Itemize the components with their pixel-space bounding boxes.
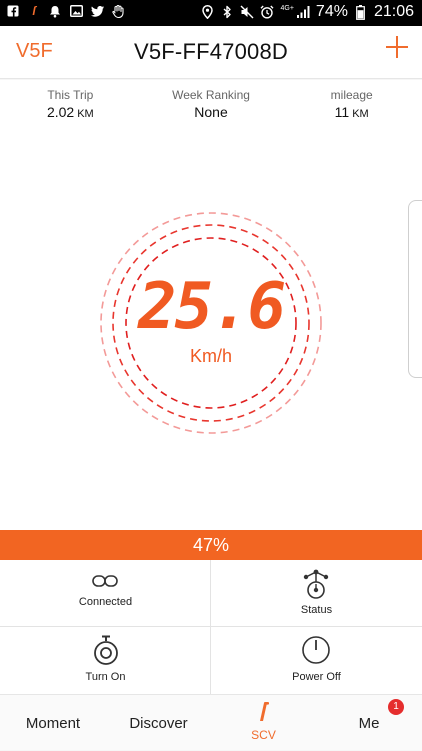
side-panel-handle[interactable] xyxy=(408,200,422,378)
bottom-nav: Moment Discover SCV Me 1 xyxy=(0,694,422,750)
connected-label: Connected xyxy=(78,596,133,608)
current-speed: 25.6 xyxy=(137,270,286,344)
battery-bar: 47% xyxy=(0,530,422,560)
stat-value: None xyxy=(141,104,282,120)
stopwatch-icon xyxy=(94,635,118,665)
system-status: 4G+ 74% 21:06 xyxy=(200,3,414,21)
header-divider xyxy=(0,78,422,79)
turn-on-label: Turn On xyxy=(85,671,126,683)
connected-button[interactable]: Connected xyxy=(0,560,211,627)
status-bar: ſ 4G+ 74% 21:06 xyxy=(0,0,422,26)
trip-stats: This Trip 2.02 KM Week Ranking None milea… xyxy=(0,80,422,128)
stat-label: This Trip xyxy=(47,88,94,102)
status-icon xyxy=(303,569,329,599)
stat-label: Week Ranking xyxy=(172,88,250,102)
stat-value: 11 KM xyxy=(281,104,422,120)
nav-me-label: Me xyxy=(358,715,380,732)
speed-unit: Km/h xyxy=(189,346,232,366)
stat-week-ranking[interactable]: Week Ranking None xyxy=(141,80,282,128)
turn-on-button[interactable]: Turn On xyxy=(0,627,211,694)
battery-percent: 74% xyxy=(315,3,348,20)
scooter-icon xyxy=(260,702,269,721)
grid-divider xyxy=(0,626,422,627)
notification-icons: ſ xyxy=(6,4,125,18)
app-header: V5F V5F-FF47008D xyxy=(0,26,422,78)
add-device-plus-icon[interactable] xyxy=(386,36,408,58)
nav-scv-label: SCV xyxy=(251,728,276,742)
clock: 21:06 xyxy=(373,3,414,20)
nav-scv[interactable]: SCV xyxy=(211,695,316,751)
nav-discover-label: Discover xyxy=(129,715,188,732)
hand-icon xyxy=(111,4,125,18)
stat-number: None xyxy=(194,104,228,120)
stat-number: 11 xyxy=(334,104,350,120)
status-button[interactable]: Status xyxy=(211,560,422,627)
bluetooth-icon xyxy=(220,5,234,19)
bell-icon xyxy=(48,4,62,18)
speed-readout: 25.6 Km/h xyxy=(98,210,324,436)
facebook-icon xyxy=(6,4,20,18)
scooter-app-icon: ſ xyxy=(32,4,36,18)
stat-unit: KM xyxy=(352,108,369,120)
power-off-button[interactable]: Power Off xyxy=(211,627,422,694)
image-icon xyxy=(69,4,83,18)
notification-badge: 1 xyxy=(388,699,404,715)
alarm-icon xyxy=(260,5,274,19)
nav-moment-label: Moment xyxy=(25,715,81,732)
grid-divider xyxy=(210,560,211,694)
battery-icon xyxy=(354,4,368,20)
nav-me[interactable]: Me 1 xyxy=(316,695,422,751)
stat-label: mileage xyxy=(330,88,373,102)
power-off-label: Power Off xyxy=(292,671,341,683)
stat-this-trip: This Trip 2.02 KM xyxy=(0,80,141,128)
mute-icon xyxy=(240,5,254,19)
network-label: 4G+ xyxy=(280,4,294,12)
control-panel: Connected Status Turn On Power Off xyxy=(0,560,422,694)
stat-mileage: mileage 11 KM xyxy=(281,80,422,128)
nav-moment[interactable]: Moment xyxy=(0,695,106,751)
stat-number: 2.02 xyxy=(46,104,75,120)
power-icon xyxy=(302,636,330,664)
nav-discover[interactable]: Discover xyxy=(106,695,211,751)
stat-value: 2.02 KM xyxy=(0,104,141,120)
link-icon xyxy=(92,575,118,587)
signal-icon xyxy=(296,5,310,19)
stat-unit: KM xyxy=(77,108,94,120)
device-name-title: V5F-FF47008D xyxy=(133,39,288,64)
battery-level-label: 47% xyxy=(192,535,230,555)
status-label: Status xyxy=(300,604,333,616)
location-icon xyxy=(200,5,214,19)
twitter-icon xyxy=(90,4,104,18)
